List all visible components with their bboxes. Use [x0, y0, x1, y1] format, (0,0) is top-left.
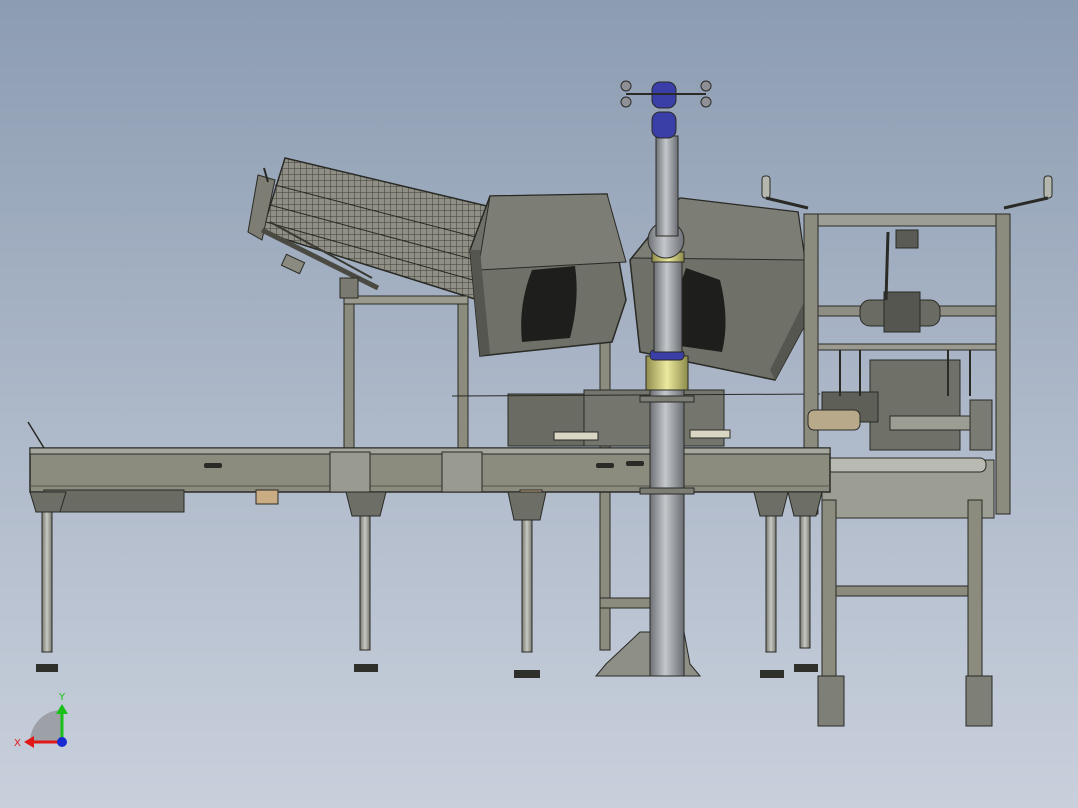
- x-axis-label: X: [14, 738, 21, 749]
- axis-triad: Y X: [14, 692, 68, 749]
- central-robot-column: [594, 80, 712, 677]
- machine-assembly-drawing: Y X: [14, 80, 1053, 749]
- cad-viewport[interactable]: Y X: [0, 0, 1078, 808]
- leg-4: [753, 491, 789, 678]
- tilted-infeed-rack: [247, 157, 496, 301]
- leg-5: [787, 491, 823, 672]
- right-hand-wheel: [1003, 175, 1053, 210]
- left-hand-wheel: [761, 175, 809, 210]
- y-axis-label: Y: [58, 692, 66, 703]
- conveyor-legs: [29, 491, 823, 678]
- leg-3: [507, 491, 547, 678]
- left-tilted-housing: [469, 193, 627, 357]
- center-gear-boxes: [451, 389, 821, 447]
- leg-2: [345, 491, 387, 672]
- leg-1: [29, 491, 67, 672]
